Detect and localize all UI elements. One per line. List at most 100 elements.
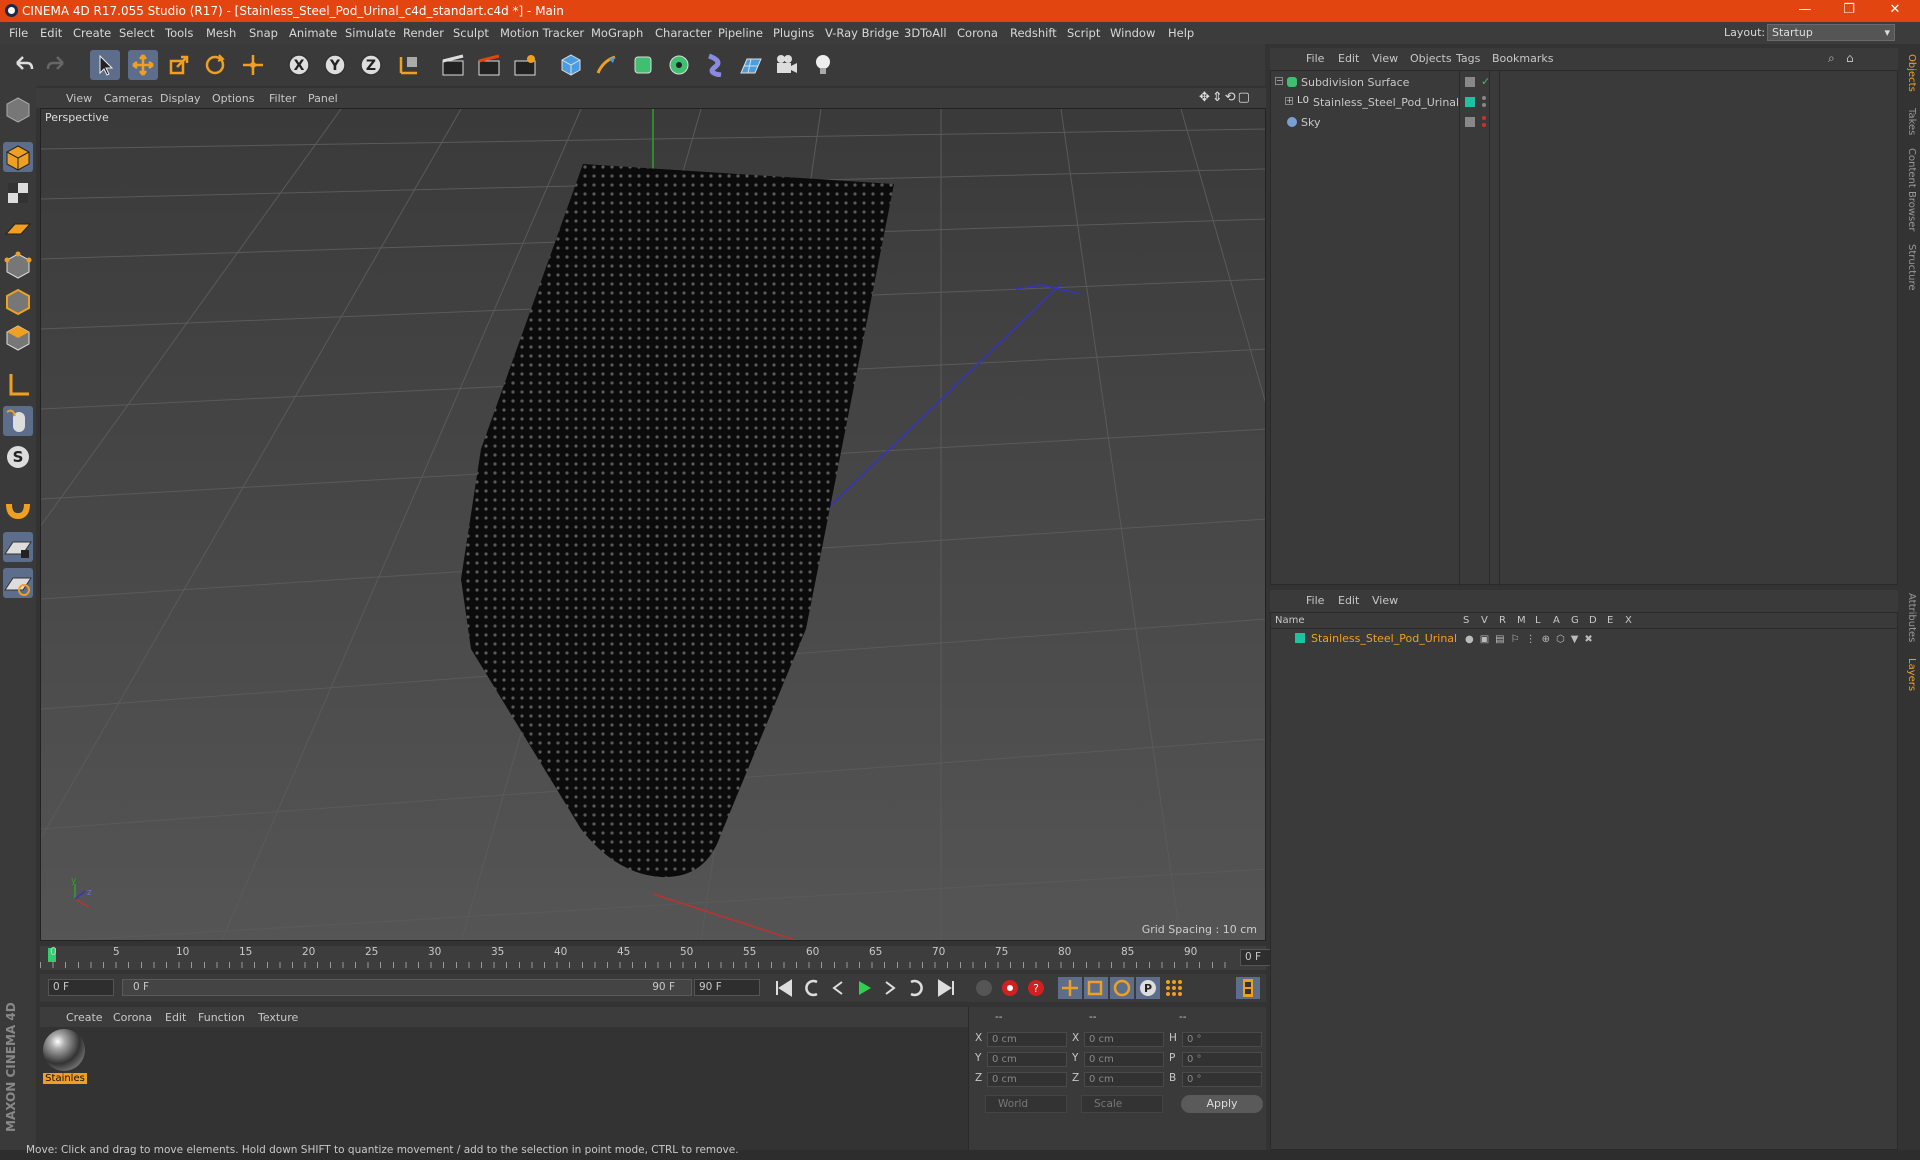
- render-picture-viewer-button[interactable]: [474, 50, 504, 80]
- next-key-button[interactable]: [904, 977, 928, 999]
- rotation-b-field[interactable]: 0 °: [1182, 1072, 1262, 1087]
- enabled-check-icon[interactable]: ✓: [1481, 75, 1490, 88]
- texture-mode-button[interactable]: [3, 178, 33, 208]
- close-button[interactable]: ✕: [1872, 0, 1918, 22]
- layout-dropdown[interactable]: Startup ▾: [1767, 24, 1895, 41]
- menu-mograph[interactable]: MoGraph: [591, 26, 643, 40]
- axis-mode-button[interactable]: [3, 370, 33, 400]
- locked-workplane-button[interactable]: [3, 532, 33, 562]
- menu-help[interactable]: Help: [1168, 26, 1194, 40]
- menu-mesh[interactable]: Mesh: [206, 26, 236, 40]
- layer-toggle-icons[interactable]: ●▣▤⚐⋮⊕⬡▼✖: [1465, 634, 1599, 645]
- menu-simulate[interactable]: Simulate: [345, 26, 396, 40]
- live-select-tool[interactable]: [90, 50, 120, 80]
- menu-file[interactable]: File: [9, 26, 28, 40]
- frame-range-slider[interactable]: 0 F 90 F: [122, 979, 692, 996]
- viewport-menu-view[interactable]: View: [66, 92, 92, 105]
- layers-menu-file[interactable]: File: [1306, 594, 1324, 607]
- key-parameter-button[interactable]: P: [1136, 977, 1160, 999]
- material-menu-corona[interactable]: Corona: [113, 1011, 152, 1024]
- apply-button[interactable]: Apply: [1181, 1095, 1263, 1113]
- object-row-urinal[interactable]: + L0 Stainless_Steel_Pod_Urinal: [1271, 95, 1897, 113]
- tab-layers[interactable]: Layers: [1901, 658, 1917, 691]
- layer-color-icon[interactable]: [1465, 97, 1475, 107]
- undo-button[interactable]: [8, 50, 38, 80]
- size-mode-dropdown[interactable]: Scale: [1081, 1095, 1163, 1113]
- material-menu-function[interactable]: Function: [198, 1011, 245, 1024]
- x-axis-lock[interactable]: X: [284, 50, 314, 80]
- tab-objects[interactable]: Objects: [1901, 54, 1917, 92]
- redo-button[interactable]: [42, 50, 72, 80]
- position-y-field[interactable]: 0 cm: [987, 1052, 1067, 1067]
- model-mode-button[interactable]: [3, 142, 33, 172]
- render-dot-icon[interactable]: [1482, 123, 1486, 127]
- previous-key-button[interactable]: [800, 977, 824, 999]
- menu-edit[interactable]: Edit: [40, 26, 62, 40]
- objects-menu-view[interactable]: View: [1372, 52, 1398, 65]
- material-menu-create[interactable]: Create: [66, 1011, 103, 1024]
- visibility-dot-icon[interactable]: [1482, 96, 1486, 100]
- viewport-menu-filter[interactable]: Filter: [269, 92, 296, 105]
- coordinate-space-dropdown[interactable]: World: [985, 1095, 1067, 1113]
- layer-name[interactable]: Stainless_Steel_Pod_Urinal: [1311, 632, 1457, 645]
- start-frame-field[interactable]: 0 F: [48, 979, 114, 996]
- menu-vray-bridge[interactable]: V-Ray Bridge: [825, 26, 899, 40]
- size-y-field[interactable]: 0 cm: [1084, 1052, 1164, 1067]
- play-button[interactable]: [852, 977, 876, 999]
- position-x-field[interactable]: 0 cm: [987, 1032, 1067, 1047]
- pen-spline-button[interactable]: [592, 50, 622, 80]
- coordinate-system-button[interactable]: [394, 50, 424, 80]
- z-axis-lock[interactable]: Z: [356, 50, 386, 80]
- menu-script[interactable]: Script: [1067, 26, 1100, 40]
- minimize-button[interactable]: —: [1782, 0, 1828, 22]
- edges-mode-button[interactable]: [3, 286, 33, 316]
- layers-menu-view[interactable]: View: [1372, 594, 1398, 607]
- autokey-button[interactable]: [998, 977, 1022, 999]
- transform-tool[interactable]: [238, 50, 268, 80]
- viewport-menu-options[interactable]: Options: [212, 92, 254, 105]
- end-frame-field[interactable]: 90 F: [694, 979, 760, 996]
- tab-attributes[interactable]: Attributes: [1901, 593, 1917, 642]
- next-frame-button[interactable]: [878, 977, 902, 999]
- object-row-sky[interactable]: Sky: [1271, 115, 1897, 133]
- rotation-p-field[interactable]: 0 °: [1182, 1052, 1262, 1067]
- viewport-menu-panel[interactable]: Panel: [308, 92, 338, 105]
- collapse-icon[interactable]: −: [1275, 77, 1283, 85]
- size-z-field[interactable]: 0 cm: [1084, 1072, 1164, 1087]
- key-pla-button[interactable]: [1162, 977, 1186, 999]
- perspective-viewport[interactable]: y z Perspective Grid Spacing : 10 cm: [40, 108, 1266, 941]
- light-button[interactable]: [808, 50, 838, 80]
- layer-tag-icon[interactable]: [1465, 117, 1475, 127]
- menu-create[interactable]: Create: [73, 26, 111, 40]
- layer-row[interactable]: Stainless_Steel_Pod_Urinal ●▣▤⚐⋮⊕⬡▼✖: [1271, 631, 1897, 649]
- menu-render[interactable]: Render: [403, 26, 444, 40]
- objects-menu-edit[interactable]: Edit: [1338, 52, 1359, 65]
- render-dot-icon[interactable]: [1482, 103, 1486, 107]
- menu-pipeline[interactable]: Pipeline: [718, 26, 763, 40]
- home-icon[interactable]: ⌂: [1846, 51, 1854, 65]
- viewport-nav-icons[interactable]: ✥⇕⟲▢: [1199, 90, 1252, 105]
- visibility-dot-icon[interactable]: [1482, 116, 1486, 120]
- key-rotation-button[interactable]: [1110, 977, 1134, 999]
- camera-button[interactable]: [772, 50, 802, 80]
- key-position-button[interactable]: [1058, 977, 1082, 999]
- viewport-menu-cameras[interactable]: Cameras: [104, 92, 153, 105]
- cube-primitive-button[interactable]: [556, 50, 586, 80]
- menu-3dtoall[interactable]: 3DToAll: [904, 26, 947, 40]
- objects-menu-bookmarks[interactable]: Bookmarks: [1492, 52, 1553, 65]
- subdivision-surface-button[interactable]: [628, 50, 658, 80]
- timeline-window-button[interactable]: [1236, 977, 1260, 999]
- expand-icon[interactable]: +: [1285, 97, 1293, 105]
- position-z-field[interactable]: 0 cm: [987, 1072, 1067, 1087]
- timeline-ruler[interactable]: 0 5 10 15 20 25 30 35 40 45 50 55 60 65 70 75 80 85 90 0 F: [40, 946, 1304, 970]
- magnet-button[interactable]: [3, 490, 33, 520]
- objects-menu-tags[interactable]: Tags: [1456, 52, 1480, 65]
- planar-workplane-button[interactable]: [3, 568, 33, 598]
- rotate-tool[interactable]: [200, 50, 230, 80]
- tweak-mode-button[interactable]: [3, 406, 33, 436]
- search-icon[interactable]: ⌕: [1828, 51, 1835, 66]
- menu-motion-tracker[interactable]: Motion Tracker: [500, 26, 584, 40]
- menu-select[interactable]: Select: [119, 26, 154, 40]
- objects-menu-file[interactable]: File: [1306, 52, 1324, 65]
- size-x-field[interactable]: 0 cm: [1084, 1032, 1164, 1047]
